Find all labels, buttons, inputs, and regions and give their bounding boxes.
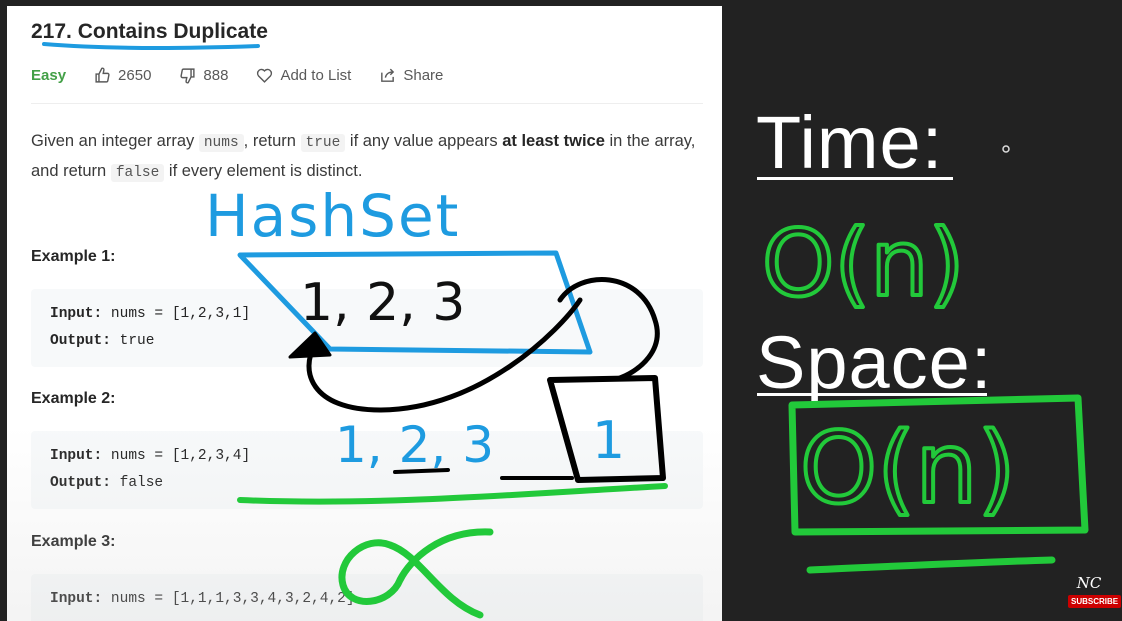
subscribe-badge[interactable]: SUBSCRIBE — [1068, 595, 1122, 608]
green-underline — [237, 483, 668, 505]
title-underline-stroke — [42, 42, 260, 50]
hashset-text: HashSet — [205, 182, 460, 250]
arrow-head — [288, 331, 332, 359]
space-complexity: O(n) — [800, 412, 1016, 526]
hashset-items: 1, 2, 3 — [300, 273, 465, 333]
channel-logo[interactable]: NC SUBSCRIBE — [1068, 574, 1122, 613]
cursor-dot — [1002, 145, 1010, 153]
time-complexity: O(n) — [762, 210, 965, 317]
box-item: 1 — [592, 411, 625, 471]
channel-logo-text: NC — [1076, 574, 1102, 592]
array-items: 1, 2, 3 — [335, 416, 494, 474]
green-alpha-scribble — [338, 528, 494, 619]
space-underline-green — [806, 556, 1056, 574]
arrow-loop — [557, 277, 660, 381]
underline-2 — [393, 468, 450, 474]
drawing-overlay: HashSet 1, 2, 3 1, 2, 3 1 O(n) O(n) — [42, 42, 1089, 619]
